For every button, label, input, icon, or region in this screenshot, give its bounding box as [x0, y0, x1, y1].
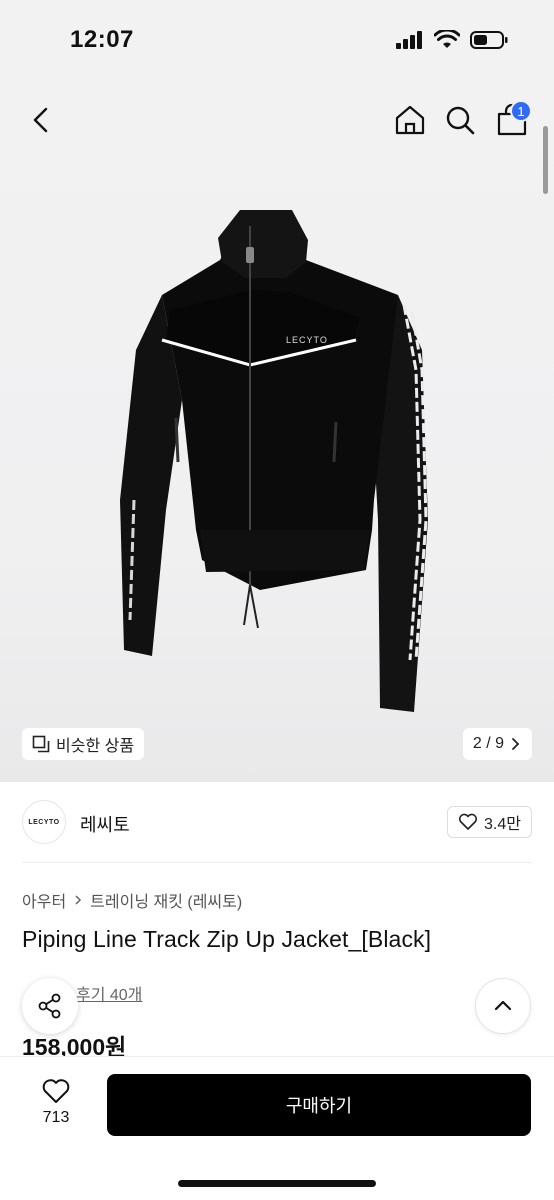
product-image[interactable]: LECYTO [110, 200, 450, 720]
share-button[interactable] [22, 978, 78, 1034]
buy-button[interactable]: 구매하기 [107, 1074, 531, 1136]
brand-row: LECYTO 레씨토 3.4만 [22, 798, 532, 848]
image-page-indicator[interactable]: 2 / 9 [462, 728, 532, 760]
share-icon [38, 993, 61, 1019]
status-time: 12:07 [70, 26, 134, 53]
battery-icon [470, 31, 508, 49]
wifi-icon [434, 30, 460, 48]
divider [22, 862, 532, 863]
breadcrumb-subcategory[interactable]: 트레이닝 재킷 (레씨토) [90, 888, 242, 912]
reviews-link[interactable]: 후기 40개 [76, 981, 142, 1005]
cart-count-badge: 1 [510, 100, 532, 122]
search-icon[interactable] [442, 102, 478, 138]
page-indicator-text: 2 / 9 [472, 735, 504, 752]
chest-logo-text: LECYTO [286, 335, 328, 345]
brand-logo[interactable]: LECYTO [22, 800, 66, 844]
heart-icon [42, 1079, 70, 1103]
copy-icon [32, 735, 50, 753]
chevron-right-icon [75, 895, 82, 905]
chevron-right-icon [512, 738, 520, 750]
similar-products-label: 비슷한 상품 [56, 738, 135, 755]
breadcrumb: 아우터 트레이닝 재킷 (레씨토) [22, 888, 242, 912]
bottom-action-bar: 713 구매하기 [0, 1056, 554, 1200]
wishlist-button[interactable]: 713 [24, 1077, 88, 1137]
signal-icon [396, 31, 422, 49]
scrollbar[interactable] [543, 126, 548, 194]
status-icons [396, 30, 508, 50]
chevron-up-icon [494, 1000, 512, 1011]
similar-products-button[interactable]: 비슷한 상품 [22, 728, 145, 760]
product-image-gallery[interactable]: 12:07 1 LECYTO 비슷한 상품 2 / 9 [0, 0, 554, 782]
brand-like-button[interactable]: 3.4만 [447, 806, 532, 838]
status-bar: 12:07 [0, 0, 554, 82]
brand-like-count: 3.4만 [484, 816, 521, 833]
top-navigation [0, 96, 554, 146]
brand-logo-text: LECYTO [28, 818, 60, 826]
brand-name[interactable]: 레씨토 [80, 811, 130, 837]
home-icon[interactable] [392, 102, 428, 138]
heart-icon [459, 813, 478, 830]
product-title: Piping Line Track Zip Up Jacket_[Black] [22, 926, 432, 952]
home-indicator [178, 1180, 376, 1187]
back-icon[interactable] [24, 102, 60, 138]
wishlist-count: 713 [42, 1109, 70, 1126]
breadcrumb-category[interactable]: 아우터 [22, 888, 66, 912]
scroll-top-button[interactable] [475, 978, 531, 1034]
